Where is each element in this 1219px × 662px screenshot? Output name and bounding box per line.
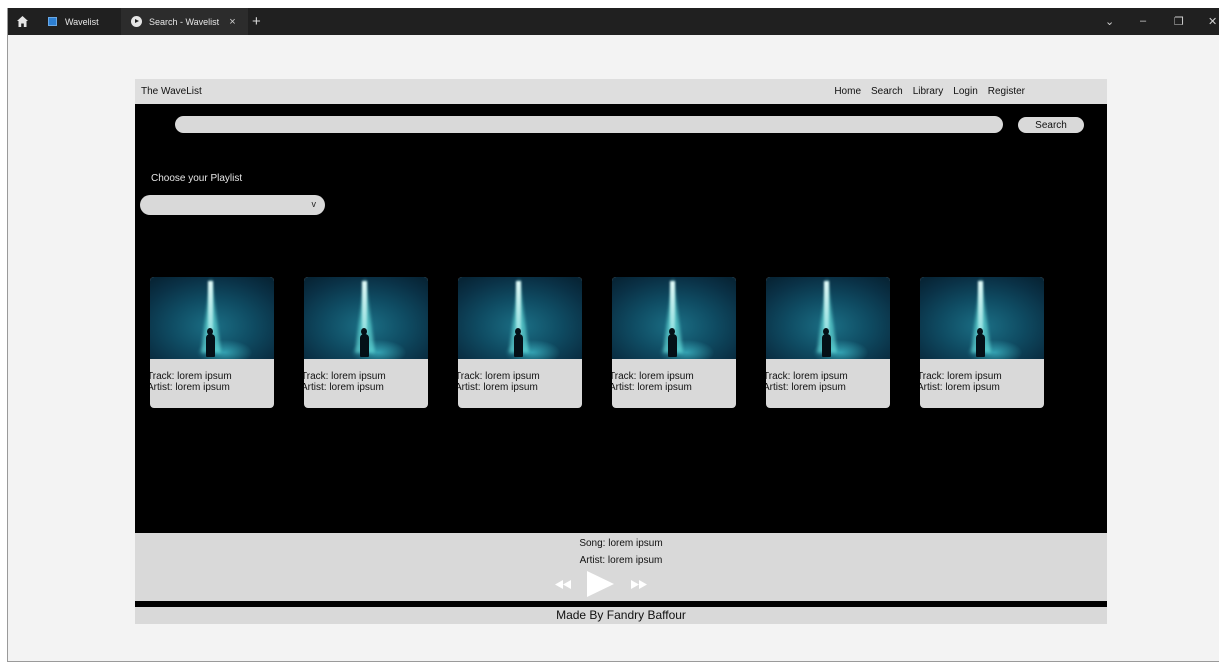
play-favicon-icon (131, 16, 142, 27)
nav-login-link[interactable]: Login (953, 86, 977, 97)
track-cover-image (612, 277, 736, 359)
nav-register-link[interactable]: Register (988, 86, 1025, 97)
track-card[interactable]: Track: lorem ipsum Artist: lorem ipsum (458, 277, 582, 408)
search-button[interactable]: Search (1018, 117, 1084, 133)
search-input[interactable] (175, 116, 1003, 133)
artist-name: Artist: lorem ipsum (304, 382, 384, 393)
playlist-select[interactable]: v (140, 195, 325, 215)
artist-name: Artist: lorem ipsum (612, 382, 692, 393)
track-cover-image (766, 277, 890, 359)
browser-tab-search-wavelist[interactable]: Search - Wavelist × (121, 8, 248, 35)
track-name: Track: lorem ipsum (150, 371, 232, 382)
navbar: The WaveList Home Search Library Login R… (135, 79, 1107, 104)
nav-library-link[interactable]: Library (913, 86, 944, 97)
play-icon[interactable] (585, 571, 615, 597)
artist-name: Artist: lorem ipsum (766, 382, 846, 393)
home-icon[interactable] (16, 15, 29, 28)
wavelist-page: The WaveList Home Search Library Login R… (135, 79, 1107, 624)
track-name: Track: lorem ipsum (612, 371, 694, 382)
rewind-icon[interactable] (555, 580, 571, 589)
browser-tab-wavelist[interactable]: Wavelist (38, 8, 118, 35)
wavelist-favicon-icon (48, 17, 57, 26)
close-window-icon[interactable]: ✕ (1208, 15, 1217, 28)
nav-links: Home Search Library Login Register (834, 86, 1025, 97)
fast-forward-icon[interactable] (631, 580, 647, 589)
nav-search-link[interactable]: Search (871, 86, 903, 97)
track-card[interactable]: Track: lorem ipsum Artist: lorem ipsum (150, 277, 274, 408)
track-card[interactable]: Track: lorem ipsum Artist: lorem ipsum (920, 277, 1044, 408)
nav-home-link[interactable]: Home (834, 86, 861, 97)
new-tab-icon[interactable]: + (252, 13, 261, 30)
tab-title: Wavelist (65, 16, 99, 27)
restore-icon[interactable]: ❐ (1174, 15, 1184, 28)
track-name: Track: lorem ipsum (766, 371, 848, 382)
artist-name: Artist: lorem ipsum (920, 382, 1000, 393)
track-cover-image (304, 277, 428, 359)
minimize-icon[interactable]: – (1140, 15, 1146, 27)
track-cover-image (920, 277, 1044, 359)
artist-name: Artist: lorem ipsum (458, 382, 538, 393)
player-controls (555, 571, 655, 597)
track-card[interactable]: Track: lorem ipsum Artist: lorem ipsum (304, 277, 428, 408)
playlist-label: Choose your Playlist (151, 173, 243, 184)
track-cover-image (150, 277, 274, 359)
now-playing-song: Song: lorem ipsum (579, 538, 663, 549)
browser-tab-bar: Wavelist Search - Wavelist × + ⌄ – ❐ ✕ (8, 8, 1219, 35)
track-card[interactable]: Track: lorem ipsum Artist: lorem ipsum (766, 277, 890, 408)
main-content: Search Choose your Playlist v Track: lor… (135, 104, 1107, 533)
track-cover-image (458, 277, 582, 359)
now-playing-artist: Artist: lorem ipsum (579, 555, 663, 566)
chevron-down-icon: v (311, 199, 317, 209)
artist-name: Artist: lorem ipsum (150, 382, 230, 393)
track-name: Track: lorem ipsum (304, 371, 386, 382)
browser-window: Wavelist Search - Wavelist × + ⌄ – ❐ ✕ T… (7, 8, 1219, 662)
music-player: Song: lorem ipsum Artist: lorem ipsum (135, 533, 1107, 601)
track-name: Track: lorem ipsum (920, 371, 1002, 382)
track-card[interactable]: Track: lorem ipsum Artist: lorem ipsum (612, 277, 736, 408)
tab-list-chevron-icon[interactable]: ⌄ (1105, 15, 1114, 28)
brand-logo-text[interactable]: The WaveList (141, 86, 202, 97)
tab-title: Search - Wavelist (149, 16, 220, 27)
footer-credit: Made By Fandry Baffour (135, 607, 1107, 624)
close-tab-icon[interactable]: × (229, 16, 235, 28)
track-name: Track: lorem ipsum (458, 371, 540, 382)
